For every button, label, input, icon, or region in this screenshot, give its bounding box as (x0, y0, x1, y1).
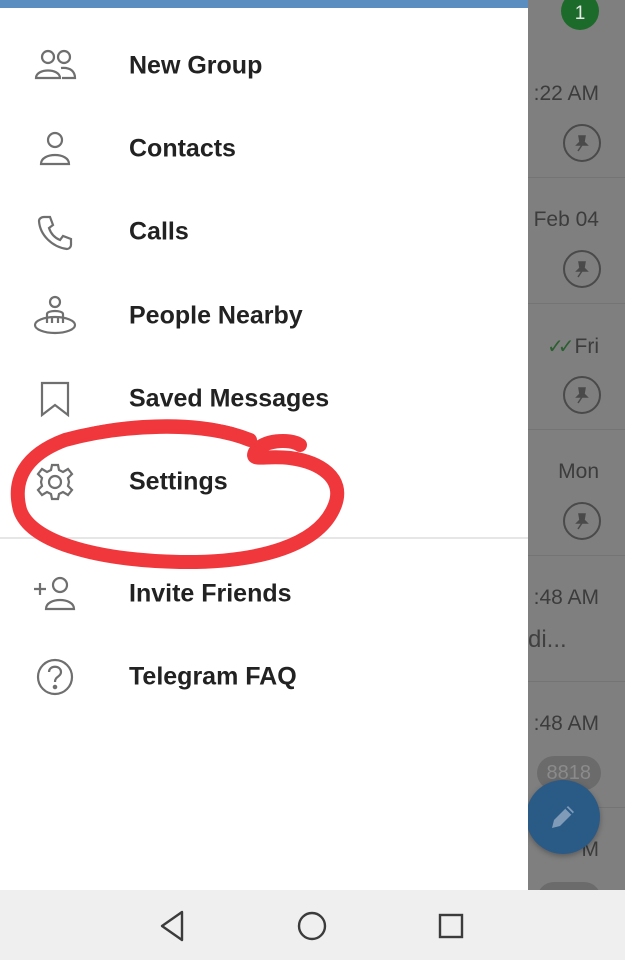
contacts-icon (30, 124, 80, 174)
chat-time: ✓✓ Fri (547, 334, 599, 359)
menu-label: Calls (129, 217, 189, 246)
pin-icon (563, 124, 601, 162)
add-person-icon (30, 569, 80, 619)
menu-item-people-nearby[interactable]: People Nearby (0, 281, 528, 351)
chat-row[interactable]: Feb 04 (528, 178, 625, 304)
menu-label: Invite Friends (129, 579, 292, 608)
menu-item-settings[interactable]: Settings (0, 447, 528, 517)
menu-item-telegram-faq[interactable]: Telegram FAQ (0, 642, 528, 712)
recents-icon (438, 913, 464, 939)
help-icon (30, 652, 80, 702)
pin-icon (563, 250, 601, 288)
navigation-drawer: New Group Contacts Calls People Nearby S… (0, 0, 528, 890)
phone-icon (30, 207, 80, 257)
gear-icon (30, 457, 80, 507)
drawer-divider (0, 537, 528, 539)
menu-item-saved-messages[interactable]: Saved Messages (0, 364, 528, 434)
chat-row[interactable]: :22 AM (528, 52, 625, 178)
chat-row[interactable]: ✓✓ Fri (528, 304, 625, 430)
menu-item-calls[interactable]: Calls (0, 197, 528, 267)
menu-item-contacts[interactable]: Contacts (0, 114, 528, 184)
chat-row[interactable]: :48 AM di... (528, 556, 625, 682)
back-button[interactable] (150, 904, 194, 948)
pin-icon (563, 376, 601, 414)
recents-button[interactable] (429, 904, 473, 948)
bookmark-icon (30, 374, 80, 424)
unread-count-badge: 1 (561, 0, 599, 30)
menu-item-invite-friends[interactable]: Invite Friends (0, 559, 528, 629)
back-icon (160, 910, 184, 942)
chat-time: Feb 04 (533, 208, 599, 231)
home-icon (297, 911, 327, 941)
menu-label: Contacts (129, 134, 236, 163)
chat-row[interactable]: Mon (528, 430, 625, 556)
menu-label: New Group (129, 51, 263, 80)
compose-button[interactable] (526, 780, 600, 854)
menu-label: Settings (129, 467, 228, 496)
chat-preview: di... (528, 626, 567, 653)
menu-label: Telegram FAQ (129, 662, 297, 691)
chat-time: Mon (558, 460, 599, 483)
system-navigation-bar (0, 890, 625, 960)
chat-time-label: Fri (574, 335, 600, 358)
menu-label: People Nearby (129, 301, 303, 330)
new-group-icon (30, 41, 80, 91)
menu-item-new-group[interactable]: New Group (0, 31, 528, 101)
people-nearby-icon (30, 291, 80, 341)
pin-icon (563, 502, 601, 540)
unread-badge: 16 (537, 882, 601, 890)
menu-label: Saved Messages (129, 384, 330, 413)
home-button[interactable] (290, 904, 334, 948)
chat-time: :48 AM (533, 712, 599, 735)
drawer-header-edge (0, 0, 528, 8)
chat-time: :22 AM (533, 82, 599, 105)
read-checks-icon: ✓✓ (546, 336, 574, 358)
chat-time: :48 AM (533, 586, 599, 609)
pencil-icon (552, 806, 574, 828)
